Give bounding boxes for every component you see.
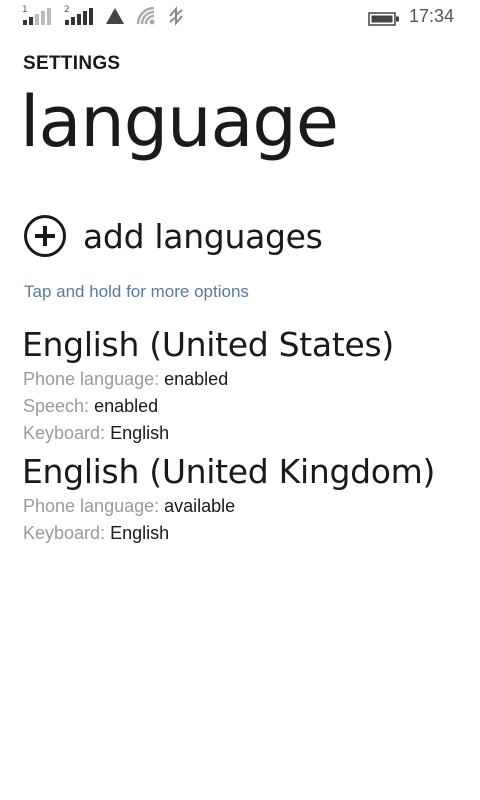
add-languages-label: add languages <box>83 216 323 256</box>
detail-key: Speech: <box>23 396 95 416</box>
language-list: English (United States) Phone language: … <box>22 324 462 551</box>
page-title: language <box>20 81 339 163</box>
detail-key: Keyboard: <box>23 423 111 443</box>
detail-value: available <box>164 496 236 516</box>
detail-value: English <box>110 423 170 443</box>
status-clock: 17:34 <box>408 6 454 26</box>
detail-key: Phone language: <box>23 496 165 516</box>
sim-number: 1 <box>22 5 28 15</box>
language-detail: Phone language: available <box>22 493 462 520</box>
battery-icon <box>368 11 400 30</box>
language-item[interactable]: English (United Kingdom) Phone language:… <box>22 451 462 547</box>
data-icon <box>105 7 125 29</box>
detail-value: English <box>110 523 170 543</box>
detail-key: Phone language: <box>23 369 165 389</box>
language-name: English (United Kingdom) <box>22 452 436 491</box>
detail-value: enabled <box>94 396 159 416</box>
wifi-icon <box>136 6 156 30</box>
sim-number: 2 <box>64 5 70 15</box>
language-name: English (United States) <box>22 325 394 364</box>
language-detail: Keyboard: English <box>22 520 462 547</box>
language-detail: Speech: enabled <box>22 393 462 420</box>
status-bar: 1 2 17:34 <box>0 0 480 34</box>
language-detail: Phone language: enabled <box>22 366 462 393</box>
language-detail: Keyboard: English <box>22 420 462 447</box>
signal-icon: 2 <box>64 5 94 30</box>
hint-text: Tap and hold for more options <box>24 282 249 301</box>
signal-icon: 1 <box>22 5 52 30</box>
add-circle-icon <box>24 215 66 257</box>
detail-key: Keyboard: <box>23 523 111 543</box>
app-title: SETTINGS <box>23 53 121 74</box>
language-item[interactable]: English (United States) Phone language: … <box>22 324 462 447</box>
add-languages-button[interactable]: add languages <box>24 213 323 259</box>
detail-value: enabled <box>164 369 229 389</box>
nfc-icon <box>166 6 186 30</box>
